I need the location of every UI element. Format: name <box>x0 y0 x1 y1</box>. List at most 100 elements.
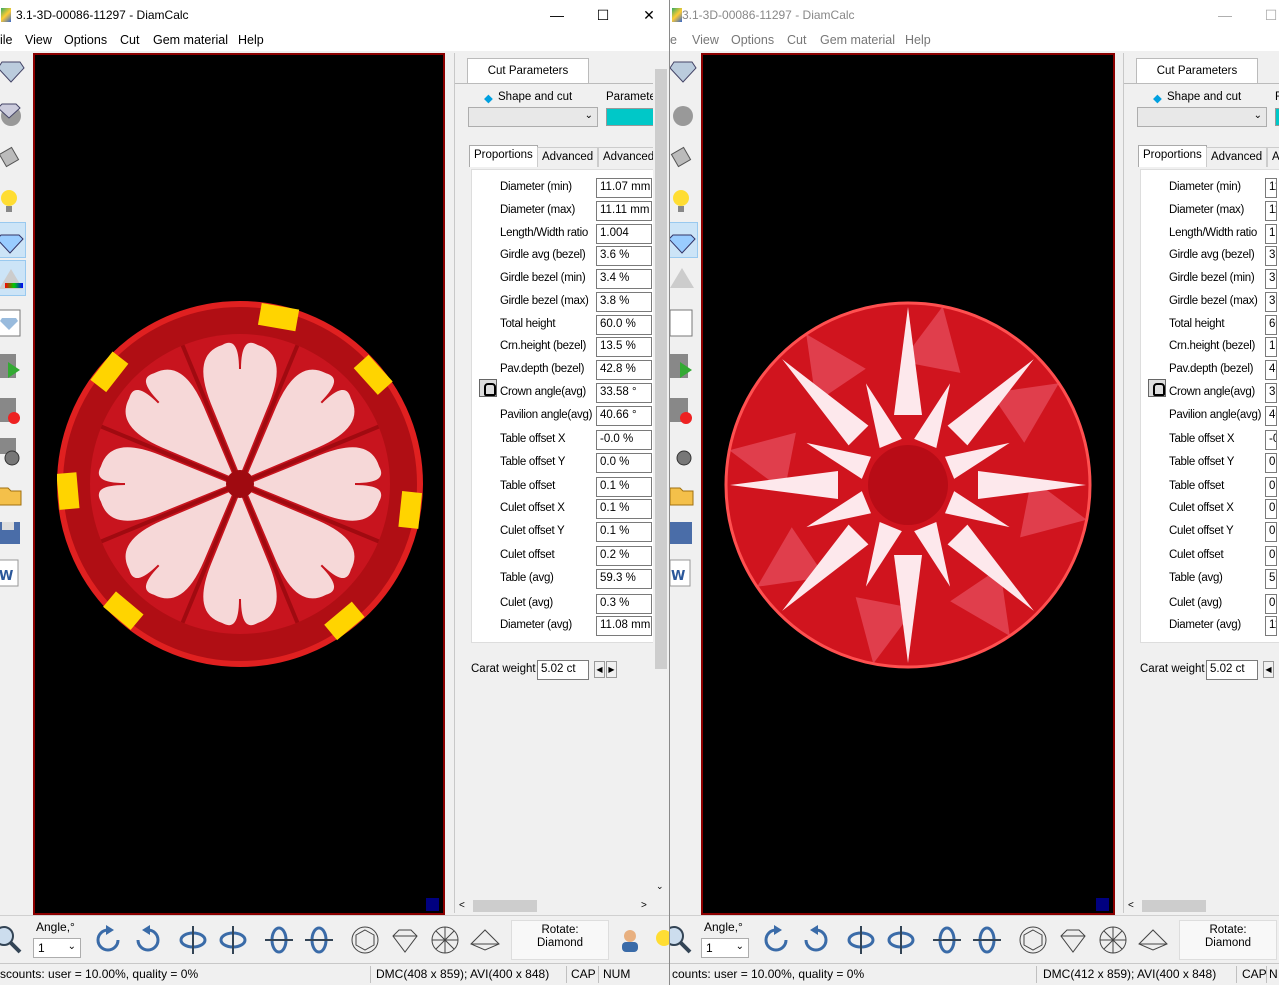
angle-select[interactable]: 1 ⌄ <box>701 938 749 958</box>
film-reel-icon[interactable] <box>670 432 698 468</box>
param-value-field[interactable]: 11.11 mm <box>596 201 652 221</box>
flip-vertical-right-icon[interactable] <box>885 924 917 956</box>
rotate-cw-icon[interactable] <box>800 924 832 956</box>
light-bulb-small-icon[interactable] <box>650 924 669 956</box>
document-gem-icon[interactable] <box>0 304 26 340</box>
flip-vertical-right-icon[interactable] <box>217 924 249 956</box>
carat-decrease-button[interactable]: ◀ <box>1263 661 1274 678</box>
tab-advanced-1[interactable]: Advanced <box>1206 147 1268 167</box>
param-value-field[interactable]: 33 <box>1265 383 1277 403</box>
menu-gem-material[interactable]: Gem material <box>153 33 228 47</box>
angle-select[interactable]: 1 ⌄ <box>33 938 81 958</box>
play-video-icon[interactable] <box>670 348 698 384</box>
param-value-field[interactable]: 13.5 % <box>596 337 652 357</box>
param-value-field[interactable]: 0. <box>1265 453 1277 473</box>
param-value-field[interactable]: -0.0 % <box>596 430 652 450</box>
record-video-icon[interactable] <box>0 392 26 428</box>
panel-horizontal-scrollbar[interactable]: < <box>1124 898 1279 914</box>
carat-decrease-button[interactable]: ◀ <box>594 661 605 678</box>
tilted-view-icon[interactable] <box>469 924 501 956</box>
param-value-field[interactable]: 3. <box>1265 246 1277 266</box>
lock-icon[interactable] <box>1148 379 1166 397</box>
tab-proportions[interactable]: Proportions <box>469 145 538 167</box>
ray-trace-view-icon[interactable] <box>0 222 26 258</box>
param-value-field[interactable]: 60 <box>1265 315 1277 335</box>
param-value-field[interactable]: 13 <box>1265 337 1277 357</box>
carat-weight-field[interactable]: 5.02 ct <box>1206 660 1258 680</box>
param-value-field[interactable]: 0.1 % <box>596 499 652 519</box>
menu-help[interactable]: Help <box>905 33 931 47</box>
param-value-field[interactable]: 0.1 % <box>596 477 652 497</box>
shape-and-cut-select[interactable]: ⌄ <box>468 107 598 127</box>
ray-trace-view-icon[interactable] <box>670 222 698 258</box>
shape-and-cut-select[interactable]: ⌄ <box>1137 107 1267 127</box>
scrollbar-thumb[interactable] <box>655 69 667 669</box>
maximize-button[interactable]: ☐ <box>580 0 626 30</box>
menu-options[interactable]: Options <box>64 33 107 47</box>
gem-sphere-tool-icon[interactable] <box>670 96 698 132</box>
rotate-ccw-icon[interactable] <box>92 924 124 956</box>
tab-advanced-2[interactable]: A <box>1267 147 1279 167</box>
spectrum-view-icon[interactable] <box>670 260 698 296</box>
param-value-field[interactable]: 0. <box>1265 499 1277 519</box>
top-view-icon[interactable] <box>1017 924 1049 956</box>
word-export-icon[interactable]: W <box>670 554 698 590</box>
menu-file[interactable]: ile <box>0 33 13 47</box>
save-disk-icon[interactable] <box>0 514 26 550</box>
menu-cut[interactable]: Cut <box>787 33 806 47</box>
scroll-down-arrow-icon[interactable]: ⌄ <box>656 881 664 892</box>
scroll-left-arrow-icon[interactable]: < <box>1128 900 1134 911</box>
menu-gem-material[interactable]: Gem material <box>820 33 895 47</box>
top-view-icon[interactable] <box>349 924 381 956</box>
menu-cut[interactable]: Cut <box>120 33 139 47</box>
panel-vertical-scrollbar[interactable]: ⌄ <box>653 53 669 896</box>
close-button[interactable]: ✕ <box>626 0 669 30</box>
hscroll-thumb[interactable] <box>1142 900 1206 912</box>
lightbulb-tool-icon[interactable] <box>670 182 698 218</box>
spectrum-view-icon[interactable] <box>0 260 26 296</box>
scroll-left-arrow-icon[interactable]: < <box>459 900 465 911</box>
param-value-field[interactable]: 40.66 ° <box>596 406 652 426</box>
flip-horizontal-up-icon[interactable] <box>931 924 963 956</box>
rotate-ccw-icon[interactable] <box>760 924 792 956</box>
gem-render-view[interactable] <box>33 53 445 915</box>
paint-bucket-tool-icon[interactable] <box>670 138 698 174</box>
gem-sphere-tool-icon[interactable] <box>0 96 26 132</box>
parameter-color-swatch[interactable] <box>1275 108 1279 126</box>
minimize-button[interactable]: — <box>1202 0 1248 30</box>
tab-cut-parameters[interactable]: Cut Parameters <box>1136 58 1258 84</box>
menu-help[interactable]: Help <box>238 33 264 47</box>
param-value-field[interactable]: 11 <box>1265 616 1277 636</box>
user-settings-icon[interactable] <box>616 924 648 956</box>
open-folder-icon[interactable] <box>0 474 26 510</box>
word-export-icon[interactable]: W <box>0 554 26 590</box>
tab-advanced-1[interactable]: Advanced <box>537 147 599 167</box>
save-disk-icon[interactable] <box>670 514 698 550</box>
param-value-field[interactable]: 0.2 % <box>596 546 652 566</box>
param-value-field[interactable]: 42 <box>1265 360 1277 380</box>
side-view-icon[interactable] <box>1057 924 1089 956</box>
param-value-field[interactable]: 0. <box>1265 546 1277 566</box>
param-value-field[interactable]: 0. <box>1265 522 1277 542</box>
parameter-color-swatch[interactable] <box>606 108 656 126</box>
param-value-field[interactable]: 0.3 % <box>596 594 652 614</box>
param-value-field[interactable]: 11.07 mm <box>596 178 652 198</box>
tab-cut-parameters[interactable]: Cut Parameters <box>467 58 589 84</box>
menu-view[interactable]: View <box>692 33 719 47</box>
param-value-field[interactable]: 0.0 % <box>596 453 652 473</box>
side-view-icon[interactable] <box>389 924 421 956</box>
param-value-field[interactable]: 42.8 % <box>596 360 652 380</box>
tilted-view-icon[interactable] <box>1137 924 1169 956</box>
param-value-field[interactable]: 59 <box>1265 569 1277 589</box>
param-value-field[interactable]: 11 <box>1265 201 1277 221</box>
menu-view[interactable]: View <box>25 33 52 47</box>
carat-weight-field[interactable]: 5.02 ct <box>537 660 589 680</box>
menu-options[interactable]: Options <box>731 33 774 47</box>
tab-proportions[interactable]: Proportions <box>1138 145 1207 167</box>
scroll-right-arrow-icon[interactable]: > <box>641 900 647 911</box>
param-value-field[interactable]: 3. <box>1265 269 1277 289</box>
param-value-field[interactable]: 3.8 % <box>596 292 652 312</box>
diamond-view-tool-icon[interactable] <box>0 52 26 88</box>
param-value-field[interactable]: 11 <box>1265 178 1277 198</box>
param-value-field[interactable]: 0.1 % <box>596 522 652 542</box>
